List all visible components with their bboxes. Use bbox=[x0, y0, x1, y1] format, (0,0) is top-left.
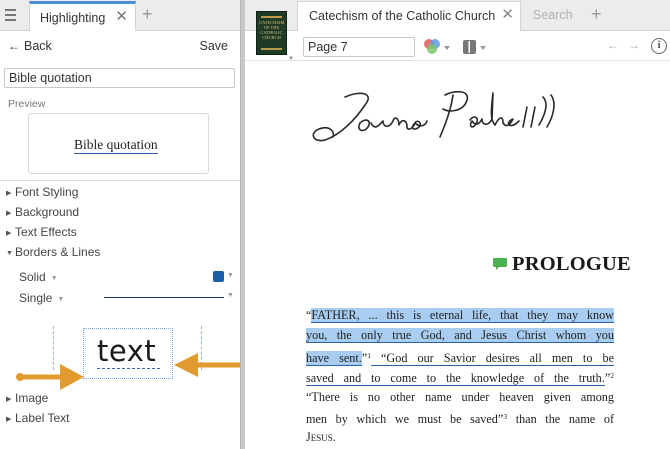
text-line: have sent.”1 “God our Savior desires all… bbox=[306, 346, 614, 366]
border-style-dropdown[interactable]: Solid ▼ bbox=[19, 270, 58, 284]
tab-catechism[interactable]: Catechism of the Catholic Church ✕ bbox=[297, 1, 521, 31]
text-line: men by which we must be saved”3 than the… bbox=[306, 407, 614, 427]
text-line: “There is no other name under heaven giv… bbox=[306, 389, 614, 404]
prologue-heading: PROLOGUE bbox=[512, 253, 631, 275]
expand-arrow-icon: ▶ bbox=[6, 230, 12, 237]
text-line: you, the only true God, and Jesus Christ… bbox=[306, 325, 614, 345]
info-icon[interactable]: i bbox=[651, 38, 667, 54]
highlighted-text[interactable]: FATHER, ... this is eternal life, that t… bbox=[311, 308, 614, 323]
panel-header: ← Back Save bbox=[0, 31, 240, 61]
line-style-sample[interactable] bbox=[104, 297, 224, 298]
illustration-word: text bbox=[97, 334, 157, 368]
underlined-text[interactable]: “God our Savior desires all men to be bbox=[370, 350, 614, 366]
book-body-text: “FATHER, ... this is eternal life, that … bbox=[306, 305, 614, 448]
style-preview: Bible quotation bbox=[28, 113, 209, 174]
section-label: Background bbox=[15, 205, 80, 219]
visual-filters-button[interactable] bbox=[422, 38, 454, 56]
save-button[interactable]: Save bbox=[200, 39, 229, 53]
expand-arrow-icon: ▶ bbox=[6, 396, 12, 403]
text-line: saved and to come to the knowledge of th… bbox=[306, 366, 614, 387]
tab-highlighting[interactable]: Highlighting ✕ bbox=[29, 1, 136, 31]
underlined-text[interactable]: saved and to come to the knowledge of th… bbox=[306, 371, 605, 387]
line-type-value: Single bbox=[19, 291, 53, 305]
border-color-swatch[interactable] bbox=[213, 271, 224, 282]
chevron-down-icon: ▼ bbox=[57, 296, 65, 303]
text-line: “FATHER, ... this is eternal life, that … bbox=[306, 305, 614, 325]
border-style-value: Solid bbox=[19, 270, 46, 284]
section-font-styling[interactable]: ▶ Font Styling bbox=[6, 185, 78, 199]
border-illustration: text bbox=[0, 320, 240, 380]
preview-sample-text: Bible quotation bbox=[74, 137, 158, 154]
expand-arrow-icon: ▶ bbox=[6, 190, 12, 197]
preview-label: Preview bbox=[8, 98, 46, 110]
style-name-input[interactable] bbox=[4, 68, 235, 88]
panel-menu-icon[interactable] bbox=[0, 0, 22, 31]
chevron-down-icon: ▼ bbox=[50, 275, 58, 282]
chevron-down-icon[interactable]: ▼ bbox=[227, 292, 234, 299]
section-background[interactable]: ▶ Background bbox=[6, 205, 79, 219]
section-label: Text Effects bbox=[15, 225, 77, 239]
highlighted-text[interactable]: have sent. bbox=[306, 350, 362, 366]
add-tab-button[interactable]: + bbox=[591, 4, 602, 24]
cover-ornament bbox=[261, 16, 282, 18]
guide-line bbox=[201, 326, 202, 370]
expand-arrow-icon: ▶ bbox=[6, 416, 12, 423]
text-run: men by which we must be saved” bbox=[306, 411, 504, 426]
book-toolbar: ← → i bbox=[245, 31, 670, 61]
history-back-icon[interactable]: ← bbox=[607, 38, 619, 52]
tab-search[interactable]: Search bbox=[522, 1, 584, 31]
highlighting-panel: Highlighting ✕ + ← Back Save Preview Bibl… bbox=[0, 0, 240, 449]
text-line: Jesus. bbox=[306, 430, 336, 445]
panel-layout-button[interactable] bbox=[461, 38, 489, 56]
section-label: Font Styling bbox=[15, 185, 79, 199]
visual-filters-icon bbox=[424, 39, 450, 54]
book-cover-thumbnail[interactable]: CATECHISM OF THE CATHOLIC CHURCH bbox=[256, 11, 287, 55]
right-tab-bar: Catechism of the Catholic Church ✕ Searc… bbox=[245, 0, 670, 31]
close-icon[interactable]: ✕ bbox=[501, 7, 514, 22]
papal-signature bbox=[312, 90, 555, 142]
text-run: than the name of bbox=[507, 411, 614, 426]
note-bubble-icon[interactable] bbox=[493, 258, 507, 270]
book-cover-title: CATECHISM OF THE CATHOLIC CHURCH bbox=[259, 20, 285, 40]
divider bbox=[0, 180, 240, 181]
chevron-down-icon[interactable]: ▼ bbox=[288, 56, 294, 62]
illustration-underline bbox=[97, 368, 160, 369]
footnote-ref[interactable]: 2 bbox=[610, 371, 614, 380]
book-panel: Catechism of the Catholic Church ✕ Searc… bbox=[245, 0, 670, 449]
close-icon[interactable]: ✕ bbox=[115, 9, 128, 24]
section-borders-lines[interactable]: ▼ Borders & Lines bbox=[6, 245, 100, 259]
cover-ornament bbox=[261, 48, 282, 50]
section-label: Label Text bbox=[15, 411, 70, 425]
section-label-text[interactable]: ▶ Label Text bbox=[6, 411, 70, 425]
left-tab-bar: Highlighting ✕ + bbox=[0, 0, 240, 31]
guide-line bbox=[53, 326, 54, 370]
section-label: Image bbox=[15, 391, 49, 405]
line-type-dropdown[interactable]: Single ▼ bbox=[19, 291, 64, 305]
tab-search-label: Search bbox=[533, 8, 573, 22]
highlighted-text[interactable]: you, the only true God, and Jesus Christ… bbox=[306, 328, 614, 344]
collapse-arrow-icon: ▼ bbox=[6, 250, 13, 257]
chevron-down-icon[interactable]: ▼ bbox=[227, 272, 234, 279]
section-image[interactable]: ▶ Image bbox=[6, 391, 48, 405]
section-label: Borders & Lines bbox=[15, 245, 101, 259]
expand-arrow-icon: ▶ bbox=[6, 210, 12, 217]
history-forward-icon[interactable]: → bbox=[628, 38, 640, 52]
back-button[interactable]: ← Back bbox=[8, 39, 52, 53]
section-text-effects[interactable]: ▶ Text Effects bbox=[6, 225, 77, 239]
tab-catechism-label: Catechism of the Catholic Church bbox=[309, 9, 496, 23]
tab-highlighting-label: Highlighting bbox=[40, 11, 106, 25]
page-input[interactable] bbox=[303, 37, 415, 57]
back-button-label: Back bbox=[24, 39, 52, 53]
add-tab-button[interactable]: + bbox=[142, 4, 153, 24]
back-arrow-icon: ← bbox=[8, 39, 20, 53]
columns-icon bbox=[463, 40, 486, 54]
